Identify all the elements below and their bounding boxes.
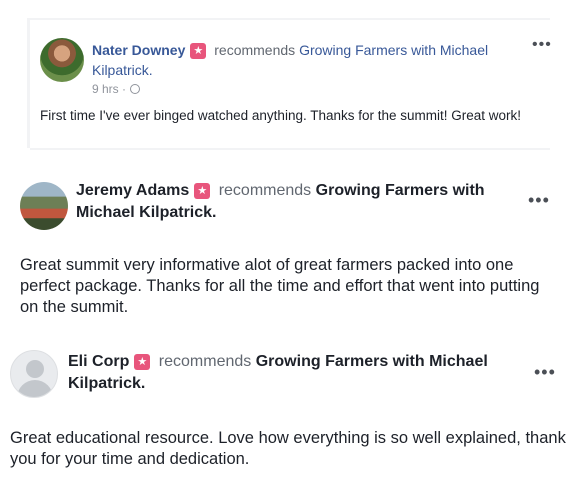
recommend-star-icon: ★ <box>194 183 211 199</box>
recommend-star-icon: ★ <box>190 43 207 59</box>
recommend-star-icon: ★ <box>134 354 151 370</box>
reviewer-name-link[interactable]: Jeremy Adams <box>76 182 189 199</box>
avatar[interactable] <box>20 182 68 230</box>
review-header-3: Eli Corp ★ recommends Growing Farmers wit… <box>68 351 518 395</box>
review-text-3: Great educational resource. Love how eve… <box>10 429 566 468</box>
review-header-1: Nater Downey ★ recommends Growing Farmers… <box>92 40 532 80</box>
review-text-2: Great summit very informative alot of gr… <box>20 256 540 316</box>
reviewer-name-link[interactable]: Nater Downey <box>92 42 185 58</box>
recommend-action-text: recommends <box>214 42 296 58</box>
default-avatar-icon[interactable] <box>10 350 58 398</box>
avatar-head <box>26 360 44 378</box>
recommend-action-text: recommends <box>218 182 312 199</box>
avatar-shoulders <box>17 380 53 397</box>
recommend-action-text: recommends <box>158 353 252 370</box>
more-options-icon[interactable]: ••• <box>528 190 550 211</box>
timestamp-text[interactable]: 9 hrs · <box>92 82 126 96</box>
post-timestamp[interactable]: 9 hrs · <box>92 82 141 96</box>
review-header-2: Jeremy Adams ★ recommends Growing Farmers… <box>76 180 516 224</box>
reviewer-name-link[interactable]: Eli Corp <box>68 353 129 370</box>
more-options-icon[interactable]: ••• <box>532 36 552 54</box>
globe-icon <box>130 83 141 94</box>
page-name-link[interactable]: Growing Farmers with Michael Kilpatrick. <box>68 353 488 392</box>
more-options-icon[interactable]: ••• <box>534 362 556 383</box>
avatar[interactable] <box>40 38 84 82</box>
review-text-1: First time I've ever binged watched anyt… <box>40 108 522 123</box>
